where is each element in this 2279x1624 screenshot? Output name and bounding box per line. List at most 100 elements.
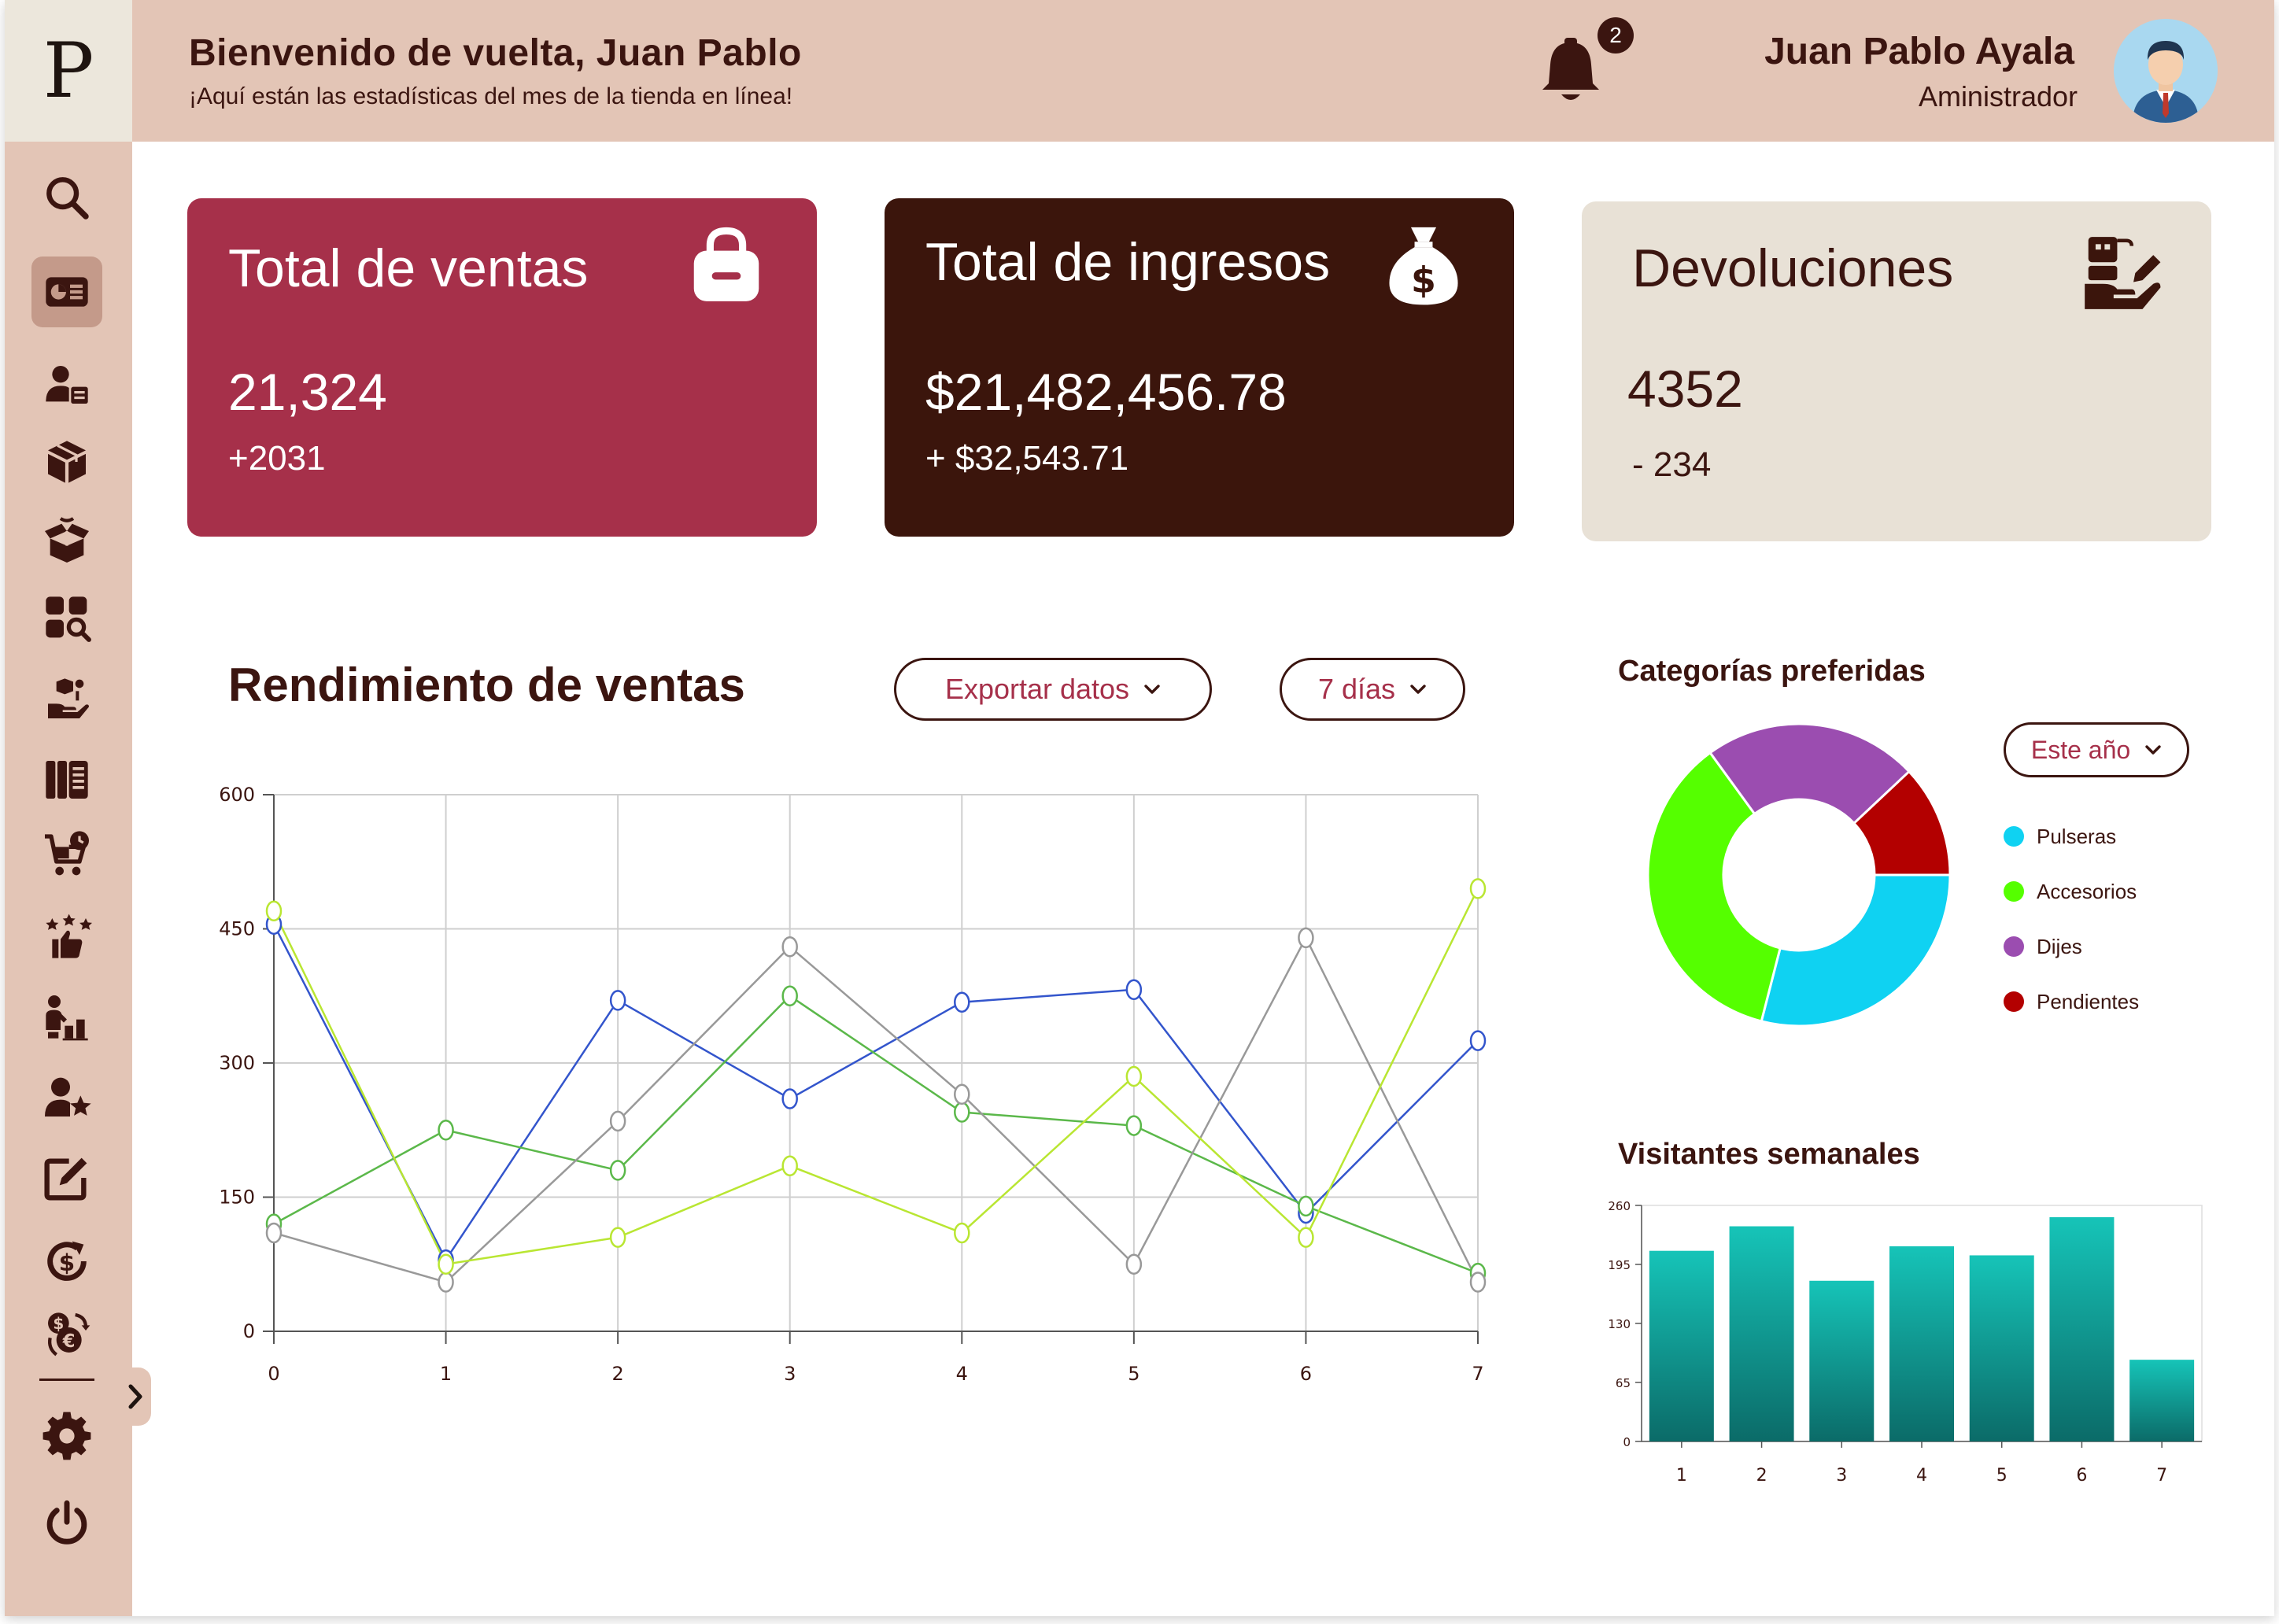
sidebar-collapse-toggle[interactable] xyxy=(120,1367,151,1426)
card-total-income[interactable]: Total de ingresos $21,482,456.78 + $32,5… xyxy=(885,198,1514,537)
chevron-down-icon xyxy=(2145,745,2161,755)
series-0-point[interactable] xyxy=(609,990,626,1011)
card-total-sales[interactable]: Total de ventas 21,324 +2031 xyxy=(187,198,817,537)
x-tick-label: 1 xyxy=(1676,1466,1687,1486)
bar-3[interactable] xyxy=(1809,1280,1875,1441)
bar-6[interactable] xyxy=(2049,1217,2115,1441)
bar-1[interactable] xyxy=(1649,1250,1714,1441)
legend-item-pulseras[interactable]: Pulseras xyxy=(2004,809,2139,864)
series-3-point[interactable] xyxy=(1469,878,1487,899)
series-2-point[interactable] xyxy=(1125,1253,1143,1275)
export-data-dropdown[interactable]: Exportar datos xyxy=(894,658,1212,721)
series-1-point[interactable] xyxy=(609,1160,626,1181)
gear-icon[interactable] xyxy=(31,1401,102,1471)
hand-delivery-icon[interactable] xyxy=(31,664,102,735)
series-2-point[interactable] xyxy=(1469,1272,1487,1293)
y-tick-label: 450 xyxy=(219,918,255,940)
bar-5[interactable] xyxy=(1969,1255,2034,1441)
series-0-point[interactable] xyxy=(1125,979,1143,1001)
chevron-down-icon xyxy=(1410,685,1426,694)
open-box-icon[interactable] xyxy=(31,505,102,576)
year-dropdown[interactable]: Este año xyxy=(2004,722,2189,777)
bell-icon[interactable] xyxy=(1533,33,1609,109)
money-bag-icon: $ xyxy=(1389,227,1458,305)
legend-item-dijes[interactable]: Dijes xyxy=(2004,919,2139,974)
user-id-icon[interactable] xyxy=(31,349,102,420)
series-2-point[interactable] xyxy=(265,1222,283,1244)
card-returns-title: Devoluciones xyxy=(1632,238,1954,298)
bar-4[interactable] xyxy=(1889,1246,1954,1441)
cart-clock-icon[interactable] xyxy=(31,820,102,891)
bar-2[interactable] xyxy=(1729,1226,1794,1441)
y-tick-label: 65 xyxy=(1616,1376,1631,1390)
weekly-visitors-bar-chart: 0 65 130 195 260 1 2 3 4 5 6 7 xyxy=(1608,1199,2203,1486)
card-sales-title: Total de ventas xyxy=(228,238,589,298)
donut-slice-pulseras[interactable] xyxy=(1760,873,1952,1028)
x-tick-label: 6 xyxy=(2076,1466,2087,1486)
categories-title: Categorías preferidas xyxy=(1618,655,1926,688)
user-star-icon[interactable] xyxy=(31,1062,102,1133)
card-income-value: $21,482,456.78 xyxy=(925,363,1287,421)
dashboard-app: P $ $ € Bienvenido de vuelta, Juan Pablo… xyxy=(5,0,2274,1616)
series-2-point[interactable] xyxy=(954,1083,970,1105)
logo-box[interactable]: P xyxy=(5,0,132,142)
series-2-point[interactable] xyxy=(438,1272,454,1293)
series-0-point[interactable] xyxy=(781,1088,798,1109)
series-3-point[interactable] xyxy=(1125,1065,1143,1087)
categories-donut-chart xyxy=(1646,722,1952,1028)
x-tick-label: 3 xyxy=(1836,1466,1847,1486)
bar-7[interactable] xyxy=(2129,1360,2195,1441)
svg-text:$: $ xyxy=(1411,258,1436,301)
series-0-point[interactable] xyxy=(1469,1030,1487,1051)
series-1-point[interactable] xyxy=(438,1120,454,1141)
euro-exchange-icon[interactable]: $ € xyxy=(31,1298,102,1369)
range-dropdown[interactable]: 7 días xyxy=(1280,658,1465,721)
series-1-point[interactable] xyxy=(1298,1195,1314,1217)
chevron-right-icon xyxy=(128,1384,142,1409)
top-header: Bienvenido de vuelta, Juan Pablo ¡Aquí e… xyxy=(132,0,2274,142)
avatar[interactable] xyxy=(2114,19,2218,123)
dollar-refresh-icon[interactable]: $ xyxy=(31,1226,102,1297)
svg-text:$: $ xyxy=(59,1249,75,1276)
dashboard-icon[interactable] xyxy=(31,257,102,327)
series-line-1 xyxy=(273,995,1479,1275)
series-3-point[interactable] xyxy=(609,1227,626,1248)
catalog-icon[interactable] xyxy=(31,744,102,815)
edit-note-icon[interactable] xyxy=(31,1142,102,1213)
card-returns[interactable]: Devoluciones 4352 - 234 xyxy=(1582,201,2211,541)
x-tick-label: 5 xyxy=(1996,1466,2008,1486)
series-line-0 xyxy=(272,924,1479,1262)
category-search-icon[interactable] xyxy=(31,582,102,653)
logo: P xyxy=(42,27,94,115)
series-0-point[interactable] xyxy=(954,991,970,1013)
power-icon[interactable] xyxy=(31,1489,102,1559)
series-2-point[interactable] xyxy=(1298,927,1314,949)
rating-thumb-icon[interactable] xyxy=(31,902,102,973)
user-role: Aministrador xyxy=(1918,80,2078,113)
legend-item-accesorios[interactable]: Accesorios xyxy=(2004,864,2139,919)
y-tick-label: 600 xyxy=(219,784,255,806)
series-2-point[interactable] xyxy=(609,1110,626,1132)
series-3-point[interactable] xyxy=(954,1222,970,1244)
search-icon[interactable] xyxy=(31,162,102,233)
series-3-point[interactable] xyxy=(1298,1227,1314,1248)
legend-label: Pulseras xyxy=(2037,824,2117,848)
series-line-3 xyxy=(272,888,1479,1266)
card-sales-delta: +2031 xyxy=(228,439,326,478)
series-1-point[interactable] xyxy=(954,1102,970,1123)
x-tick-label: 2 xyxy=(1756,1466,1767,1486)
box-icon[interactable] xyxy=(31,426,102,497)
x-tick-label: 0 xyxy=(268,1363,279,1385)
legend-item-pendientes[interactable]: Pendientes xyxy=(2004,974,2139,1029)
series-2-point[interactable] xyxy=(781,936,798,958)
series-3-point[interactable] xyxy=(781,1155,798,1176)
range-label: 7 días xyxy=(1317,673,1396,705)
series-3-point[interactable] xyxy=(265,900,283,922)
legend-dot xyxy=(2004,991,2024,1012)
user-stats-icon[interactable] xyxy=(31,982,102,1053)
y-tick-label: 0 xyxy=(1623,1435,1631,1449)
y-tick-label: 195 xyxy=(1608,1258,1631,1272)
series-1-point[interactable] xyxy=(1125,1115,1143,1136)
series-3-point[interactable] xyxy=(438,1253,454,1275)
series-1-point[interactable] xyxy=(781,985,798,1006)
